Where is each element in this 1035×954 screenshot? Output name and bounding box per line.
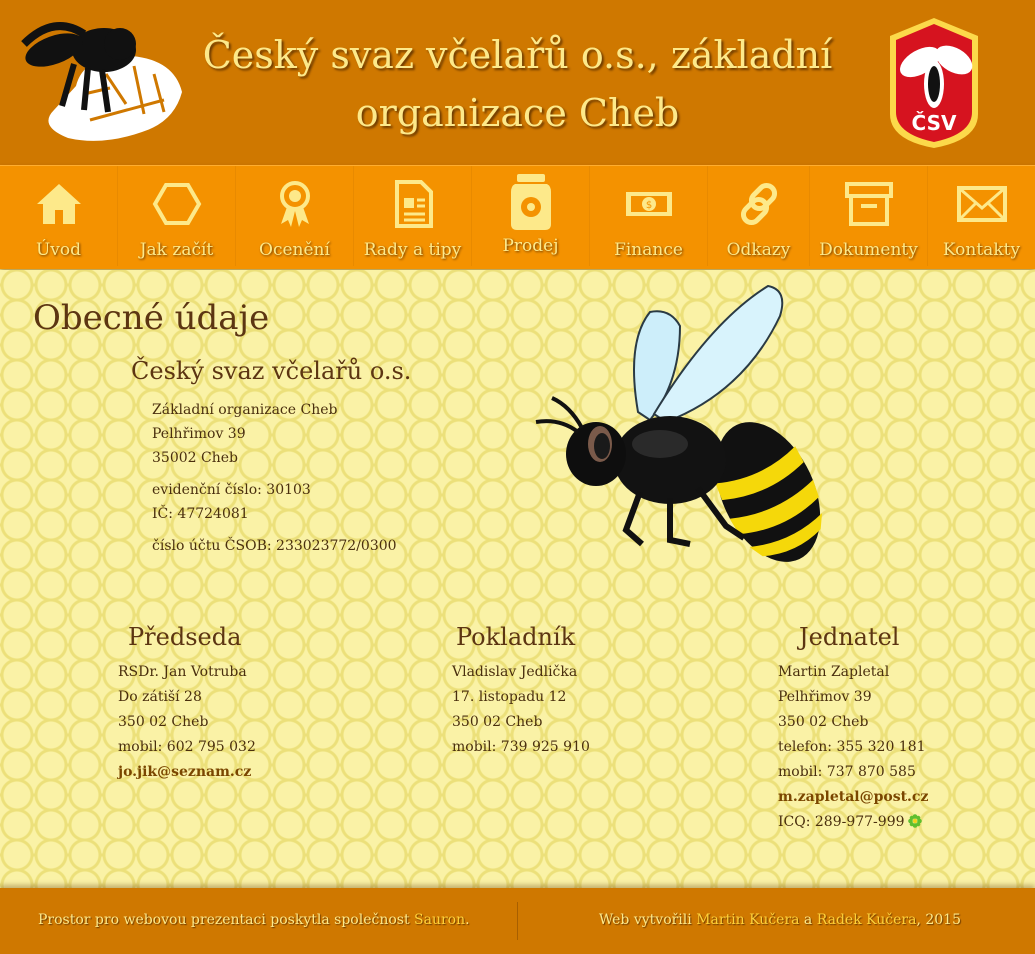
nav-label: Jak začít <box>139 240 214 260</box>
footer-year: , 2015 <box>916 912 961 928</box>
nav-label: Rady a tipy <box>363 240 462 260</box>
registration-line: IČ: 47724081 <box>152 506 249 522</box>
award-icon <box>279 181 310 227</box>
document-icon <box>394 180 433 228</box>
nav-label: Prodej <box>502 236 559 256</box>
bee-illustration-icon <box>535 284 823 562</box>
nav-item-rady-a-tipy[interactable]: Rady a tipy <box>354 166 472 266</box>
site-title-line1: Český svaz včelařů o.s., základní <box>202 33 833 77</box>
nav-item-odkazy[interactable]: Odkazy <box>708 166 810 266</box>
nav-label: Ocenění <box>259 240 330 260</box>
nav-item-prodej[interactable]: Prodej <box>472 166 590 266</box>
footer-credits-text: Web vytvořili <box>598 912 697 928</box>
main-content: Obecné údaje Český svaz včelařů o.s. Zák… <box>0 270 1035 888</box>
contact-street: Pelhřimov 39 <box>778 689 872 705</box>
address-line: Základní organizace Cheb <box>152 402 338 418</box>
nav-label: Finance <box>614 240 683 260</box>
contact-name: Martin Zapletal <box>778 664 890 680</box>
org-address: Základní organizace Cheb Pelhřimov 39 35… <box>152 398 397 558</box>
contact-name: RSDr. Jan Votruba <box>118 664 247 680</box>
contact-name: Vladislav Jedlička <box>452 664 578 680</box>
csv-emblem-icon[interactable]: ČSV <box>876 14 992 150</box>
footer-hosting-end: . <box>465 912 470 928</box>
author-link-martin[interactable]: Martin Kučera <box>696 912 799 928</box>
footer-divider <box>517 902 518 940</box>
contact-icq: ICQ: 289-977-999 <box>778 810 928 835</box>
contact-title: Pokladník <box>456 623 576 651</box>
contact-phone: telefon: 355 320 181 <box>778 739 926 755</box>
registration-line: evidenční číslo: 30103 <box>152 482 311 498</box>
site-header: Český svaz včelařů o.s., základní organi… <box>0 0 1035 165</box>
contact-mobile: mobil: 739 925 910 <box>452 739 590 755</box>
contact-title: Předseda <box>128 623 242 651</box>
emblem-text: ČSV <box>912 111 957 135</box>
nav-label: Kontakty <box>942 240 1021 260</box>
contact-street: Do zátiší 28 <box>118 689 202 705</box>
address-line: Pelhřimov 39 <box>152 426 246 442</box>
honey-jar-icon <box>510 174 551 230</box>
nav-item-uvod[interactable]: Úvod <box>0 166 118 266</box>
banknote-icon: $ <box>625 192 672 216</box>
contact-city: 350 02 Cheb <box>118 714 209 730</box>
sauron-link[interactable]: Sauron <box>414 912 465 928</box>
org-name: Český svaz včelařů o.s. <box>131 357 412 385</box>
link-icon <box>740 182 777 226</box>
nav-item-jak-zacit[interactable]: Jak začít <box>118 166 236 266</box>
bank-account: číslo účtu ČSOB: 233023772/0300 <box>152 538 397 554</box>
contact-chairman: Předseda RSDr. Jan Votruba Do zátiší 28 … <box>118 622 256 785</box>
site-title-line2: organizace Cheb <box>355 91 680 135</box>
footer-hosting-text: Prostor pro webovou prezentaci poskytla … <box>38 912 415 928</box>
nav-label: Úvod <box>35 240 82 260</box>
contact-street: 17. listopadu 12 <box>452 689 567 705</box>
contact-agent: Jednatel Martin Zapletal Pelhřimov 39 35… <box>778 622 928 835</box>
icq-flower-icon[interactable] <box>907 814 922 828</box>
nav-label: Dokumenty <box>819 240 918 260</box>
author-link-radek[interactable]: Radek Kučera <box>817 912 917 928</box>
contact-city: 350 02 Cheb <box>778 714 869 730</box>
email-link[interactable]: m.zapletal@post.cz <box>778 789 928 805</box>
main-nav: Úvod Jak začít Ocenění Rady a tipy Prode… <box>0 165 1035 269</box>
bee-logo-icon[interactable] <box>14 14 184 146</box>
home-icon <box>36 184 81 224</box>
contact-city: 350 02 Cheb <box>452 714 543 730</box>
contact-treasurer: Pokladník Vladislav Jedlička 17. listopa… <box>452 622 590 760</box>
footer-hosting: Prostor pro webovou prezentaci poskytla … <box>38 912 470 928</box>
site-footer: Prostor pro webovou prezentaci poskytla … <box>0 888 1035 954</box>
envelope-icon <box>956 186 1007 222</box>
icq-number: ICQ: 289-977-999 <box>778 814 905 830</box>
address-line: 35002 Cheb <box>152 450 238 466</box>
svg-text:$: $ <box>645 200 651 211</box>
nav-label: Odkazy <box>726 240 791 260</box>
hexagon-icon <box>152 183 201 225</box>
site-title: Český svaz včelařů o.s., základní organi… <box>190 26 845 142</box>
contact-mobile: mobil: 602 795 032 <box>118 739 256 755</box>
contact-title: Jednatel <box>799 623 900 651</box>
nav-item-finance[interactable]: $ Finance <box>590 166 708 266</box>
contact-mobile: mobil: 737 870 585 <box>778 764 916 780</box>
footer-and: a <box>799 912 817 928</box>
nav-item-dokumenty[interactable]: Dokumenty <box>810 166 928 266</box>
email-link[interactable]: jo.jik@seznam.cz <box>118 764 251 780</box>
nav-item-kontakty[interactable]: Kontakty <box>928 166 1035 266</box>
archive-box-icon <box>844 182 893 226</box>
nav-item-oceneni[interactable]: Ocenění <box>236 166 354 266</box>
footer-credits: Web vytvořili Martin Kučera a Radek Kuče… <box>599 912 961 928</box>
page-title: Obecné údaje <box>33 298 270 338</box>
